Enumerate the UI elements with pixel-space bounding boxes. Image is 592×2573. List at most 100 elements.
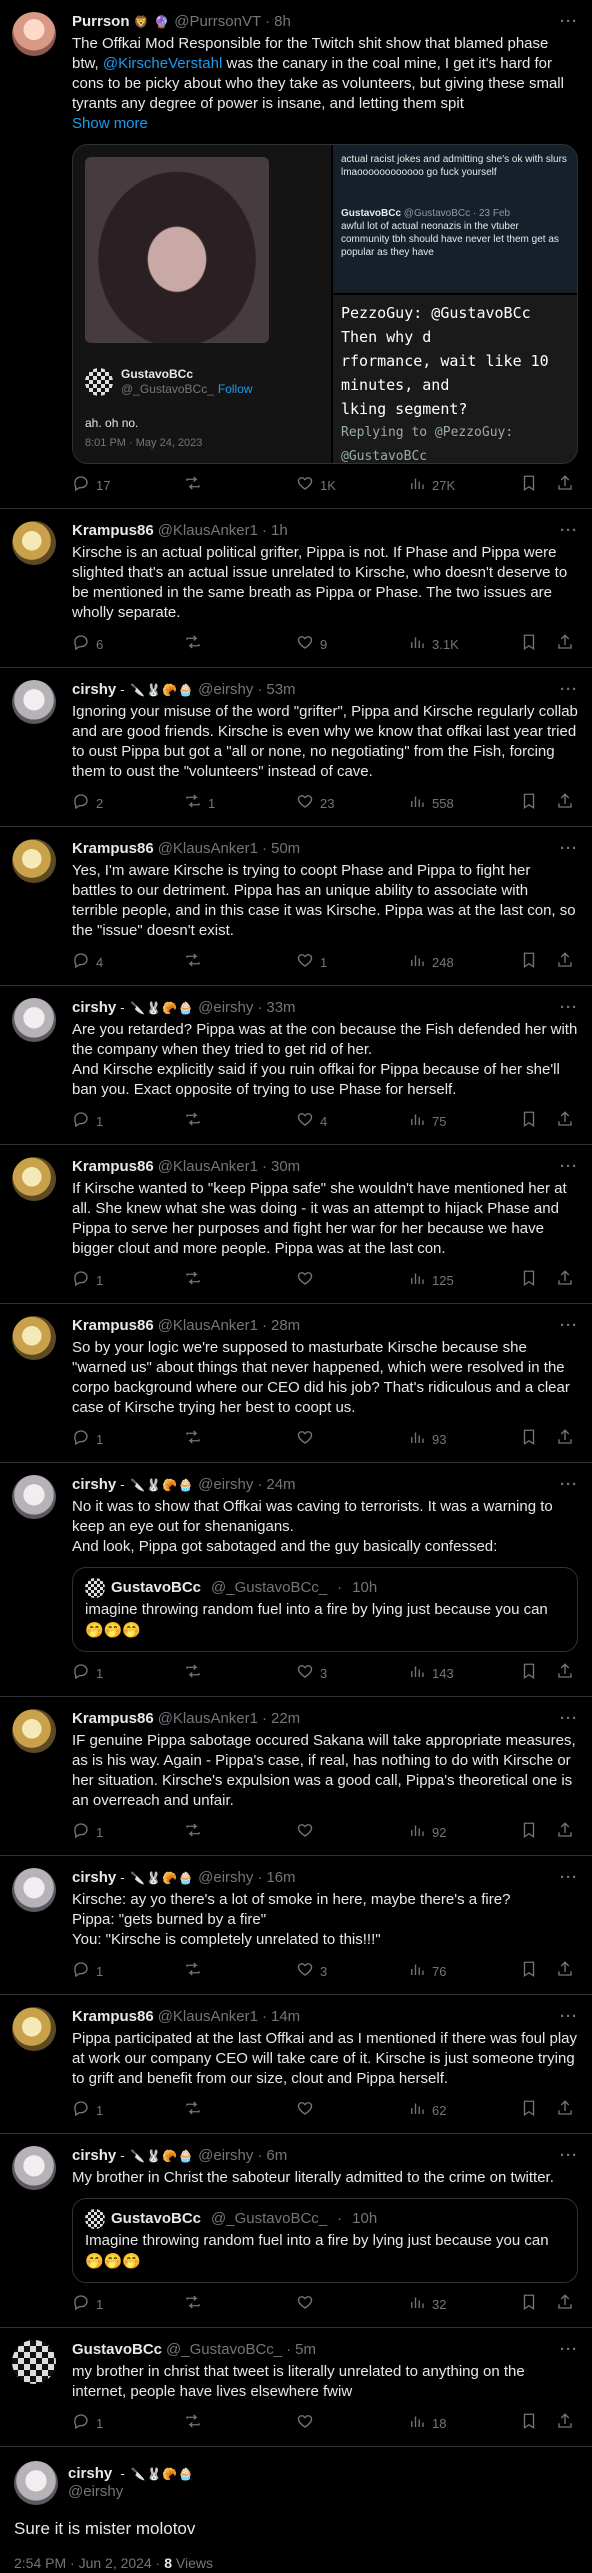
views-button[interactable]: 76 — [408, 1960, 472, 1984]
like-button[interactable] — [296, 1821, 360, 1845]
author-handle[interactable]: @KlausAnker1 — [158, 1316, 258, 1336]
avatar[interactable] — [12, 680, 56, 724]
tweet-time[interactable]: 33m — [266, 998, 295, 1018]
author-name[interactable]: Krampus86 — [72, 1709, 154, 1729]
avatar[interactable] — [12, 1868, 56, 1912]
views-button[interactable]: 93 — [408, 1428, 472, 1452]
reply-button[interactable]: 1 — [72, 1110, 136, 1134]
like-button[interactable]: 9 — [296, 633, 360, 657]
tweet-time[interactable]: 24m — [266, 1475, 295, 1495]
author-handle[interactable]: @eirshy — [198, 998, 253, 1018]
author-handle[interactable]: @KlausAnker1 — [158, 1157, 258, 1177]
tweet-time[interactable]: 50m — [271, 839, 300, 859]
tweet-time[interactable]: 6m — [266, 2146, 287, 2166]
author-handle[interactable]: @KlausAnker1 — [158, 2007, 258, 2027]
share-icon[interactable] — [556, 1662, 574, 1686]
more-options-icon[interactable]: ··· — [560, 12, 578, 32]
author-name[interactable]: GustavoBCc — [72, 2340, 162, 2360]
more-options-icon[interactable]: ··· — [560, 2340, 578, 2360]
repost-button[interactable]: 1 — [184, 792, 248, 816]
bookmark-icon[interactable] — [520, 2293, 538, 2317]
reply-button[interactable]: 2 — [72, 792, 136, 816]
more-options-icon[interactable]: ··· — [560, 2007, 578, 2027]
author-handle[interactable]: @KlausAnker1 — [158, 521, 258, 541]
tweet-time[interactable]: 30m — [271, 1157, 300, 1177]
bookmark-icon[interactable] — [520, 1662, 538, 1686]
show-more-link[interactable]: Show more — [72, 114, 578, 134]
chat-screenshot-image[interactable]: PezzoGuy: @GustavoBCc Then why d rformanc… — [333, 295, 577, 463]
share-icon[interactable] — [556, 2293, 574, 2317]
reply-button[interactable]: 6 — [72, 633, 136, 657]
like-button[interactable] — [296, 1428, 360, 1452]
author-handle[interactable]: @_GustavoBCc_ — [166, 2340, 282, 2360]
avatar[interactable] — [12, 1157, 56, 1201]
like-button[interactable] — [296, 1269, 360, 1293]
like-button[interactable] — [296, 2412, 360, 2436]
repost-button[interactable] — [184, 1960, 248, 1984]
share-icon[interactable] — [556, 951, 574, 975]
author-handle[interactable]: @PurrsonVT — [174, 12, 261, 32]
reply-button[interactable]: 1 — [72, 1428, 136, 1452]
repost-button[interactable] — [184, 2412, 248, 2436]
views-button[interactable]: 558 — [408, 792, 472, 816]
quoted-tweet[interactable]: GustavoBCc @_GustavoBCc_ · 10h Imagine throw… — [72, 2198, 578, 2283]
share-icon[interactable] — [556, 633, 574, 657]
views-button[interactable]: 75 — [408, 1110, 472, 1134]
author-name[interactable]: Purrson — [72, 12, 130, 32]
reply-button[interactable]: 1 — [72, 1662, 136, 1686]
repost-button[interactable] — [184, 474, 248, 498]
share-icon[interactable] — [556, 1428, 574, 1452]
like-button[interactable]: 23 — [296, 792, 360, 816]
like-button[interactable]: 4 — [296, 1110, 360, 1134]
views-button[interactable]: 248 — [408, 951, 472, 975]
repost-button[interactable] — [184, 1269, 248, 1293]
reply-button[interactable]: 1 — [72, 2099, 136, 2123]
author-name[interactable]: cirshy — [68, 2465, 112, 2482]
author-name[interactable]: Krampus86 — [72, 2007, 154, 2027]
avatar[interactable] — [14, 2461, 58, 2505]
reply-button[interactable]: 4 — [72, 951, 136, 975]
bookmark-icon[interactable] — [520, 2099, 538, 2123]
like-button[interactable] — [296, 2099, 360, 2123]
share-icon[interactable] — [556, 2099, 574, 2123]
tweet-time[interactable]: 16m — [266, 1868, 295, 1888]
bookmark-icon[interactable] — [520, 474, 538, 498]
avatar[interactable] — [12, 521, 56, 565]
bookmark-icon[interactable] — [520, 1821, 538, 1845]
avatar[interactable] — [12, 1475, 56, 1519]
reply-button[interactable]: 1 — [72, 2412, 136, 2436]
more-options-icon[interactable]: ··· — [560, 521, 578, 541]
more-options-icon[interactable]: ··· — [560, 998, 578, 1018]
bookmark-icon[interactable] — [520, 1269, 538, 1293]
avatar[interactable] — [12, 12, 56, 56]
repost-button[interactable] — [184, 2099, 248, 2123]
reply-button[interactable]: 1 — [72, 1821, 136, 1845]
more-options-icon[interactable]: ··· — [560, 1316, 578, 1336]
more-options-icon[interactable]: ··· — [560, 680, 578, 700]
views-button[interactable]: 125 — [408, 1269, 472, 1293]
author-handle[interactable]: @eirshy — [198, 1475, 253, 1495]
like-button[interactable]: 3 — [296, 1662, 360, 1686]
views-button[interactable]: 62 — [408, 2099, 472, 2123]
author-name[interactable]: Krampus86 — [72, 1157, 154, 1177]
views-button[interactable]: 18 — [408, 2412, 472, 2436]
more-options-icon[interactable]: ··· — [560, 1157, 578, 1177]
more-options-icon[interactable]: ··· — [560, 1475, 578, 1495]
bookmark-icon[interactable] — [520, 1960, 538, 1984]
reply-button[interactable]: 17 — [72, 474, 136, 498]
tweet-time[interactable]: 5m — [295, 2340, 316, 2360]
bookmark-icon[interactable] — [520, 1428, 538, 1452]
bookmark-icon[interactable] — [520, 792, 538, 816]
tweet-timestamp[interactable]: 2:54 PM · Jun 2, 2024 · — [14, 2555, 164, 2571]
share-icon[interactable] — [556, 474, 574, 498]
views-button[interactable]: 32 — [408, 2293, 472, 2317]
like-button[interactable]: 3 — [296, 1960, 360, 1984]
repost-button[interactable] — [184, 1821, 248, 1845]
author-name[interactable]: cirshy — [72, 1868, 116, 1888]
author-name[interactable]: cirshy — [72, 2146, 116, 2166]
author-handle[interactable]: @eirshy — [198, 680, 253, 700]
bookmark-icon[interactable] — [520, 951, 538, 975]
avatar[interactable] — [12, 1316, 56, 1360]
repost-button[interactable] — [184, 1428, 248, 1452]
author-handle[interactable]: @eirshy — [68, 2483, 194, 2501]
